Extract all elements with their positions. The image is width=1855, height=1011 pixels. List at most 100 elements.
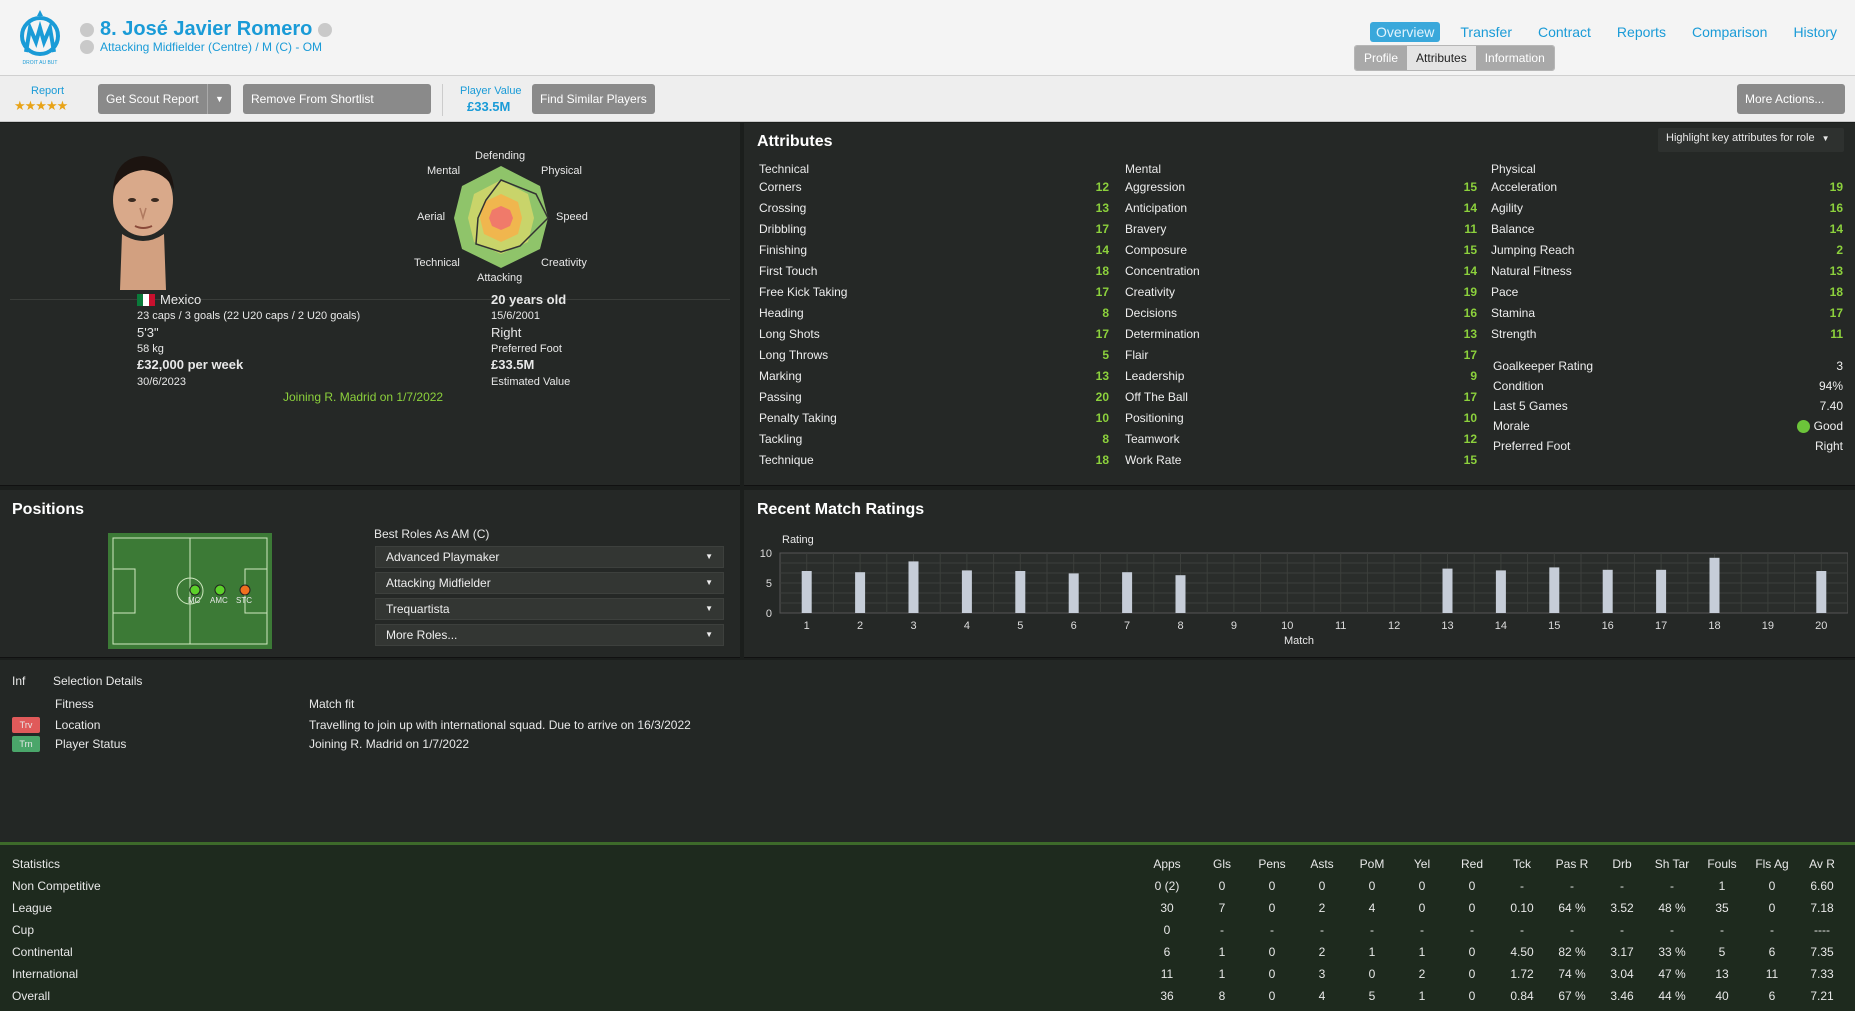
attribute-row[interactable]: Balance 14 (1491, 222, 1843, 242)
joining-notice: Joining R. Madrid on 1/7/2022 (283, 390, 444, 404)
player-value-label: Player Value (460, 85, 522, 97)
stat-cell: 0 (1468, 901, 1476, 915)
prev-player-icon[interactable] (80, 22, 94, 37)
role-dropdown-trequartista[interactable]: Trequartista ▼ (375, 598, 724, 620)
attribute-row[interactable]: Pace 18 (1491, 285, 1843, 305)
stat-column-header[interactable]: Av R (1798, 857, 1846, 871)
attribute-row[interactable]: Passing 20 (759, 390, 1109, 410)
chevron-down-icon[interactable]: ▼ (207, 84, 231, 114)
radar-label-attacking: Attacking (477, 272, 523, 284)
subtab-information[interactable]: Information (1475, 46, 1554, 70)
find-similar-button[interactable]: Find Similar Players (532, 84, 655, 114)
attribute-row[interactable]: Concentration 14 (1125, 264, 1477, 284)
attribute-row[interactable]: Acceleration 19 (1491, 180, 1843, 200)
subtab-attributes[interactable]: Attributes (1407, 46, 1476, 70)
attribute-row[interactable]: Stamina 17 (1491, 306, 1843, 326)
attribute-row[interactable]: Jumping Reach 2 (1491, 243, 1843, 263)
attribute-row[interactable]: Teamwork 12 (1125, 432, 1477, 452)
attribute-row[interactable]: Composure 15 (1125, 243, 1477, 263)
stat-column-header[interactable]: Fouls (1698, 857, 1746, 871)
attribute-row[interactable]: Positioning 10 (1125, 411, 1477, 431)
stat-column-header[interactable]: Apps (1143, 857, 1191, 871)
tab-contract[interactable]: Contract (1532, 22, 1597, 42)
attribute-row[interactable]: Crossing 13 (759, 201, 1109, 221)
attribute-row[interactable]: Leadership 9 (1125, 369, 1477, 389)
attribute-row[interactable]: Off The Ball 17 (1125, 390, 1477, 410)
stat-column-header[interactable]: Tck (1498, 857, 1546, 871)
attribute-row[interactable]: Long Throws 5 (759, 348, 1109, 368)
tab-transfer[interactable]: Transfer (1454, 22, 1518, 42)
attribute-row[interactable]: Aggression 15 (1125, 180, 1477, 200)
attributes-title: Attributes (757, 133, 833, 150)
attribute-row[interactable]: Heading 8 (759, 306, 1109, 326)
attribute-row[interactable]: Finishing 14 (759, 243, 1109, 263)
x-tick-label: 18 (1708, 620, 1720, 632)
y-tick-label: 5 (766, 578, 772, 590)
attribute-row[interactable]: Creativity 19 (1125, 285, 1477, 305)
report-stars-icon[interactable]: ★★★★★ (14, 98, 68, 114)
scout-report-button[interactable]: Get Scout Report ▼ (98, 84, 231, 114)
remove-shortlist-button[interactable]: Remove From Shortlist (Default) (243, 84, 431, 136)
tab-reports[interactable]: Reports (1611, 22, 1672, 42)
stat-column-header[interactable]: PoM (1348, 857, 1396, 871)
dropdown-icon[interactable] (80, 40, 94, 54)
stat-column-header[interactable]: Pens (1248, 857, 1296, 871)
stat-column-header[interactable]: Gls (1198, 857, 1246, 871)
scout-report-label: Get Scout Report (106, 92, 199, 106)
attribute-row[interactable]: Penalty Taking 10 (759, 411, 1109, 431)
radar-label-mental: Mental (427, 165, 461, 177)
stat-column-header[interactable]: Fls Ag (1748, 857, 1796, 871)
attribute-row[interactable]: Corners 12 (759, 180, 1109, 200)
stat-cell: 4 (1368, 901, 1376, 915)
attribute-row[interactable]: Bravery 11 (1125, 222, 1477, 242)
tab-overview[interactable]: Overview (1370, 22, 1441, 42)
stat-column-header[interactable]: Pas R (1548, 857, 1596, 871)
attribute-row[interactable]: Dribbling 17 (759, 222, 1109, 242)
attribute-row[interactable]: First Touch 18 (759, 264, 1109, 284)
mental-title: Mental (1125, 162, 1162, 176)
role-dropdown-advanced-playmaker[interactable]: Advanced Playmaker ▼ (375, 546, 724, 568)
role-dropdown-attacking-midfielder[interactable]: Attacking Midfielder ▼ (375, 572, 724, 594)
positions-pitch (108, 533, 272, 649)
tab-comparison[interactable]: Comparison (1686, 22, 1773, 42)
attribute-name: Balance (1491, 222, 1535, 236)
more-actions-button[interactable]: More Actions... ▼ (1737, 84, 1845, 135)
age: 20 years old (491, 292, 567, 307)
attribute-value: 14 (1463, 201, 1477, 215)
info-name: Preferred Foot (1493, 439, 1571, 453)
stat-cell: 6 (1768, 945, 1776, 959)
attribute-row[interactable]: Long Shots 17 (759, 327, 1109, 347)
attribute-value: 10 (1095, 411, 1109, 425)
attribute-row[interactable]: Agility 16 (1491, 201, 1843, 221)
attribute-row[interactable]: Natural Fitness 13 (1491, 264, 1843, 284)
attribute-row[interactable]: Marking 13 (759, 369, 1109, 389)
stat-column-header[interactable]: Yel (1398, 857, 1446, 871)
subtab-profile[interactable]: Profile (1355, 46, 1408, 70)
attribute-row[interactable]: Free Kick Taking 17 (759, 285, 1109, 305)
rating-bar (1602, 569, 1613, 613)
stat-column-header[interactable]: Asts (1298, 857, 1346, 871)
attribute-row[interactable]: Work Rate 15 (1125, 453, 1477, 473)
attribute-row[interactable]: Decisions 16 (1125, 306, 1477, 326)
player-info-row: Preferred Foot Right (1493, 439, 1843, 459)
attribute-value: 20 (1095, 390, 1109, 404)
attribute-row[interactable]: Anticipation 14 (1125, 201, 1477, 221)
attribute-name: Composure (1125, 243, 1188, 257)
attribute-row[interactable]: Strength 11 (1491, 327, 1843, 347)
header-bar: DROIT AU BUT 8. José Javier Romero Attac… (0, 0, 1855, 76)
attribute-row[interactable]: Flair 17 (1125, 348, 1477, 368)
highlight-attributes-dropdown[interactable]: Highlight key attributes for role ▼ (1658, 128, 1844, 152)
attribute-name: Passing (759, 390, 802, 404)
attribute-row[interactable]: Technique 18 (759, 453, 1109, 473)
attribute-row[interactable]: Tackling 8 (759, 432, 1109, 452)
tab-history[interactable]: History (1787, 22, 1843, 42)
stat-cell: - (1570, 923, 1574, 937)
stat-column-header[interactable]: Sh Tar (1648, 857, 1696, 871)
attribute-row[interactable]: Determination 13 (1125, 327, 1477, 347)
player-value: £33.5M (467, 99, 511, 114)
stat-column-header[interactable]: Drb (1598, 857, 1646, 871)
stat-column-header[interactable]: Red (1448, 857, 1496, 871)
rating-bar (1122, 572, 1133, 613)
more-roles-dropdown[interactable]: More Roles... ▼ (375, 624, 724, 646)
next-player-icon[interactable] (318, 22, 333, 37)
